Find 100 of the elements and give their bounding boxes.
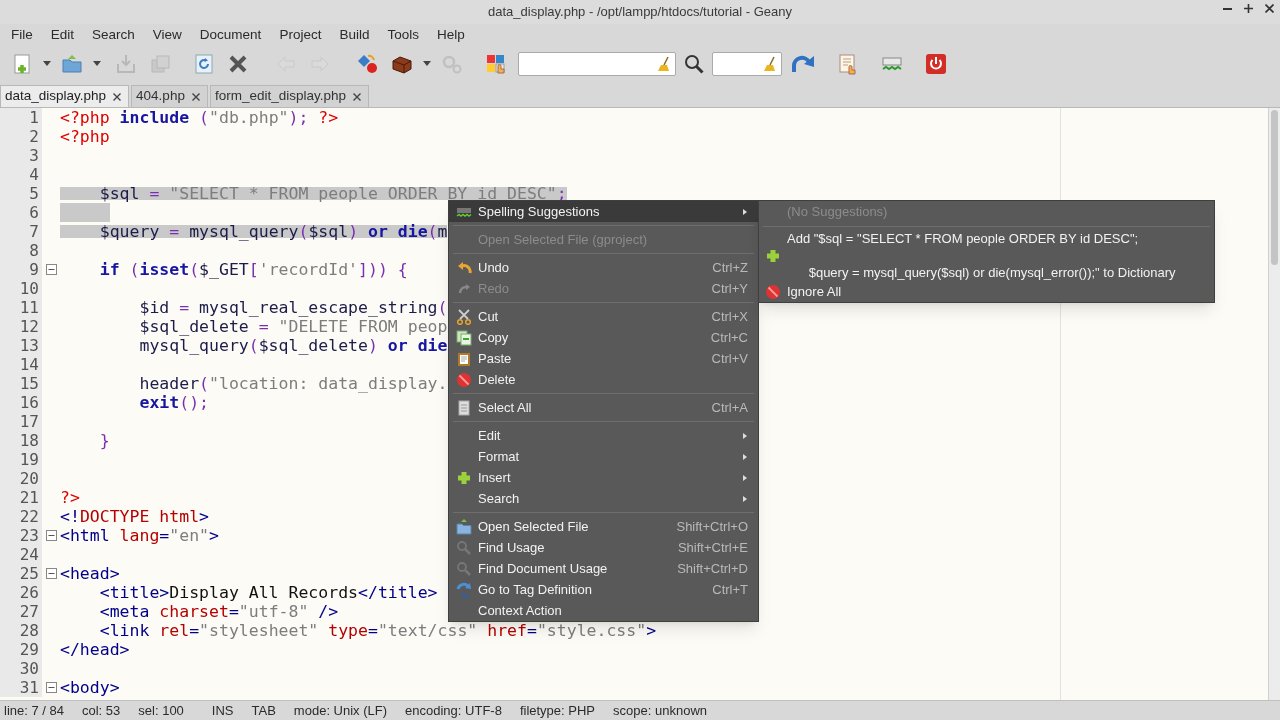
maximize-icon <box>1244 4 1253 13</box>
code-line: <link rel="stylesheet" type="text/css" href="style.css"> <box>98 624 657 637</box>
code-line: <!DOCTYPE html> <box>60 510 210 523</box>
search-field[interactable] <box>712 52 782 76</box>
line-number: 19 <box>0 450 42 469</box>
menu-item[interactable]: Delete <box>449 369 758 390</box>
folder-icon <box>60 52 84 76</box>
menu-item[interactable]: Open Selected File Shift+Ctrl+O <box>449 516 758 537</box>
line-number: 20 <box>0 469 42 488</box>
menu-item[interactable]: Ignore All <box>759 281 1214 302</box>
menu-item[interactable]: View <box>143 23 191 47</box>
menu-item[interactable]: Search <box>83 23 144 47</box>
code-line: <meta charset="utf-8" /> <box>98 605 339 618</box>
tab-close-button[interactable] <box>112 91 123 102</box>
status-text: scope: unknown <box>613 701 707 720</box>
menu-item[interactable]: Search <box>449 488 758 509</box>
fold-toggle-icon[interactable] <box>45 530 57 541</box>
menu-item[interactable]: Copy Ctrl+C <box>449 327 758 348</box>
line-number: 14 <box>0 355 42 374</box>
status-text: TAB <box>251 701 276 720</box>
code-line: <title>Display All Records</title> <box>98 586 438 599</box>
tab-close-button[interactable] <box>352 91 362 102</box>
close-icon <box>190 91 201 102</box>
copy-icon <box>455 329 472 346</box>
menu-item[interactable]: File <box>2 23 42 47</box>
scrollbar[interactable] <box>1268 108 1280 700</box>
menu-item[interactable]: Document <box>190 23 271 47</box>
menu-item[interactable]: Select All Ctrl+A <box>449 397 758 418</box>
caret-icon <box>423 61 431 67</box>
search-icon <box>455 539 472 556</box>
menu-item[interactable]: Spelling Suggestions <box>449 201 758 222</box>
line-number: 23 <box>0 526 42 545</box>
status-text: filetype: PHP <box>519 701 596 720</box>
line-number: 21 <box>0 488 42 507</box>
line-number: 10 <box>0 279 42 298</box>
color-chooser-icon <box>484 52 508 76</box>
file-tab[interactable]: 404.php <box>131 85 208 107</box>
menu-item[interactable]: Context Action <box>449 600 758 621</box>
status-text: mode: Unix (LF) <box>293 701 388 720</box>
menu-item[interactable]: Paste Ctrl+V <box>449 348 758 369</box>
line-number: 31 <box>0 678 42 697</box>
line-number: 4 <box>0 165 42 184</box>
code-line: <?php include ("db.php"); ?> <box>60 111 339 124</box>
line-number: 2 <box>0 127 42 146</box>
save-all-icon <box>148 52 172 76</box>
status-text: INS <box>211 701 234 720</box>
close-icon <box>112 91 123 102</box>
scrollbar-thumb[interactable] <box>1271 110 1278 265</box>
line-number: 16 <box>0 393 42 412</box>
line-number: 15 <box>0 374 42 393</box>
save-icon <box>114 52 138 76</box>
fold-toggle-icon[interactable] <box>45 682 57 693</box>
no-entry-icon <box>765 283 781 300</box>
menu-item[interactable]: Go to Tag Definition Ctrl+T <box>449 579 758 600</box>
fold-toggle-icon[interactable] <box>45 568 57 579</box>
line-number: 25 <box>0 564 42 583</box>
menu-item[interactable]: Edit <box>449 425 758 446</box>
menu-item[interactable]: Build <box>330 23 379 47</box>
menu-item[interactable]: Find Document Usage Shift+Ctrl+D <box>449 558 758 579</box>
code-line: <body> <box>60 681 120 694</box>
plus-icon <box>765 247 781 264</box>
code-line: <head> <box>60 567 120 580</box>
status-text: sel: 100 <box>138 701 184 720</box>
line-number: 1 <box>0 108 42 127</box>
minimize-icon <box>1223 7 1232 10</box>
line-number: 27 <box>0 602 42 621</box>
menu-item[interactable]: Tools <box>378 23 428 47</box>
line-number: 24 <box>0 545 42 564</box>
fold-toggle-icon[interactable] <box>45 264 57 275</box>
menu-item[interactable]: Edit <box>41 23 84 47</box>
close-icon <box>1265 4 1274 13</box>
power-icon <box>924 52 948 76</box>
menu-item[interactable]: Find Usage Shift+Ctrl+E <box>449 537 758 558</box>
line-number: 11 <box>0 298 42 317</box>
line-number: 28 <box>0 621 42 640</box>
menu-item[interactable]: Undo Ctrl+Z <box>449 257 758 278</box>
menu-item[interactable]: Cut Ctrl+X <box>449 306 758 327</box>
file-tab[interactable]: form_edit_display.php <box>209 85 369 107</box>
tab-close-button[interactable] <box>190 91 201 102</box>
search-field[interactable] <box>518 52 676 76</box>
menu-item[interactable]: Insert <box>449 467 758 488</box>
menu-item[interactable]: Add "$sql = "SELECT * FROM people ORDER BY id DESC"; $query = mysql_query($sql) or die(mysql_error());" to Dictionary <box>759 230 1214 281</box>
window-title: data_display.php - /opt/lampp/htdocs/tutorial - Geany <box>488 3 792 22</box>
code-line: exit(); <box>138 396 210 409</box>
compile-icon <box>356 52 380 76</box>
status-text: col: 53 <box>82 701 121 720</box>
menu-item[interactable]: Format <box>449 446 758 467</box>
line-number: 9 <box>0 260 42 279</box>
menu-item[interactable]: Project <box>270 23 331 47</box>
code-line: </head> <box>60 643 130 656</box>
close-icon <box>352 91 362 102</box>
line-number: 29 <box>0 640 42 659</box>
broom-icon <box>762 56 778 72</box>
line-number: 18 <box>0 431 42 450</box>
status-text: encoding: UTF-8 <box>405 701 502 720</box>
search-icon <box>682 52 706 76</box>
file-tab[interactable]: data_display.php <box>0 85 130 107</box>
clipboard-icon <box>455 350 472 367</box>
menu-item[interactable]: Help <box>427 23 474 47</box>
broom-icon <box>656 56 672 72</box>
